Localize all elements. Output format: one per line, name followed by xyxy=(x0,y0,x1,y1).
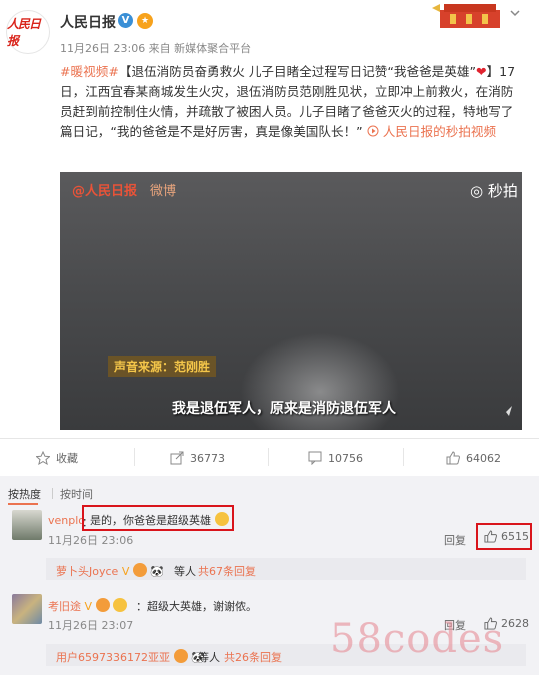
video-logo: @人民日报 xyxy=(72,184,138,199)
decorative-banner-icon xyxy=(432,4,500,28)
comment-text: ：超级大英雄，谢谢侬。 xyxy=(136,600,257,613)
star-icon xyxy=(36,451,50,465)
sort-hot-tab[interactable]: 按热度 xyxy=(8,486,41,502)
commenter-avatar[interactable] xyxy=(12,510,42,540)
reply-user[interactable]: 萝卜头Joyce V 🐼 xyxy=(56,563,164,579)
comment-text: 是的，你爸爸是超级英雄 xyxy=(90,512,229,528)
reply-count-link[interactable]: 共26条回复 xyxy=(224,649,282,665)
divider xyxy=(268,448,269,466)
share-arrow-icon[interactable] xyxy=(500,404,514,418)
repost-button[interactable]: 36773 xyxy=(170,446,225,470)
video-subtitle: 我是退伍军人，原来是消防退伍军人 xyxy=(172,401,396,417)
crown-icon xyxy=(113,598,128,612)
comment-like-button[interactable]: 6515 xyxy=(484,530,529,543)
chevron-down-icon[interactable] xyxy=(510,8,520,18)
comment-time: 11月26日 23:06 xyxy=(48,534,134,547)
commenter-name[interactable]: venplo xyxy=(48,514,85,527)
active-tab-underline xyxy=(8,503,38,505)
reply-button[interactable]: 回复 xyxy=(444,532,466,548)
reply-suffix: 等人 xyxy=(198,651,220,664)
author-avatar[interactable]: 人民日报 xyxy=(6,10,50,54)
heart-icon: ❤ xyxy=(475,64,487,79)
video-link[interactable]: 人民日报的秒拍视频 xyxy=(367,124,496,139)
medal-icon: ★ xyxy=(137,13,153,29)
divider xyxy=(134,448,135,466)
sound-source-caption: 声音来源：范刚胜 xyxy=(108,356,217,377)
video-player[interactable]: @人民日报 微博 ◎ 秒拍 声音来源：范刚胜 我是退伍军人，原来是消防退伍军人 xyxy=(60,172,522,430)
medal-icon xyxy=(95,598,110,612)
video-weibo-logo: 微博 xyxy=(150,184,177,199)
watermark: 58codes xyxy=(330,616,505,662)
reply-count-link[interactable]: 共67条回复 xyxy=(198,563,256,579)
post-text: #暖视频#【退伍消防员奋勇救火 儿子目睹全过程写日记赞“我爸爸是英雄”❤】17日… xyxy=(60,64,516,139)
comment-icon xyxy=(308,451,322,465)
thumbs-up-icon xyxy=(484,530,497,543)
sort-time-tab[interactable]: 按时间 xyxy=(60,486,93,502)
like-button[interactable]: 64062 xyxy=(446,446,501,470)
comment-button[interactable]: 10756 xyxy=(308,446,363,470)
smile-emoji-icon xyxy=(214,512,229,526)
verified-icon: V xyxy=(118,13,133,28)
author-name[interactable]: 人民日报 xyxy=(60,12,116,32)
commenter-avatar[interactable] xyxy=(12,594,42,624)
favorite-button[interactable]: 收藏 xyxy=(36,446,78,470)
reply-user[interactable]: 用户6597336172亚亚 🐼 xyxy=(56,649,205,665)
reply-suffix: 等人 xyxy=(174,565,196,578)
medal-icon xyxy=(173,649,188,663)
post-title: 【退伍消防员奋勇救火 儿子目睹全过程写日记赞“我爸爸是英雄” xyxy=(118,64,476,79)
repost-icon xyxy=(170,451,184,465)
divider xyxy=(403,448,404,466)
play-circle-icon xyxy=(367,125,379,137)
hashtag-link[interactable]: #暖视频# xyxy=(60,64,119,79)
miaopai-logo: ◎ 秒拍 xyxy=(470,182,518,200)
medal-icon xyxy=(132,563,147,577)
commenter-name[interactable]: 考旧途 V xyxy=(48,598,128,614)
thumbs-up-icon xyxy=(446,451,460,465)
divider xyxy=(0,438,539,439)
comment-time: 11月26日 23:07 xyxy=(48,619,134,632)
divider xyxy=(52,488,53,499)
post-meta: 11月26日 23:06 来自 新媒体聚合平台 xyxy=(60,42,252,55)
